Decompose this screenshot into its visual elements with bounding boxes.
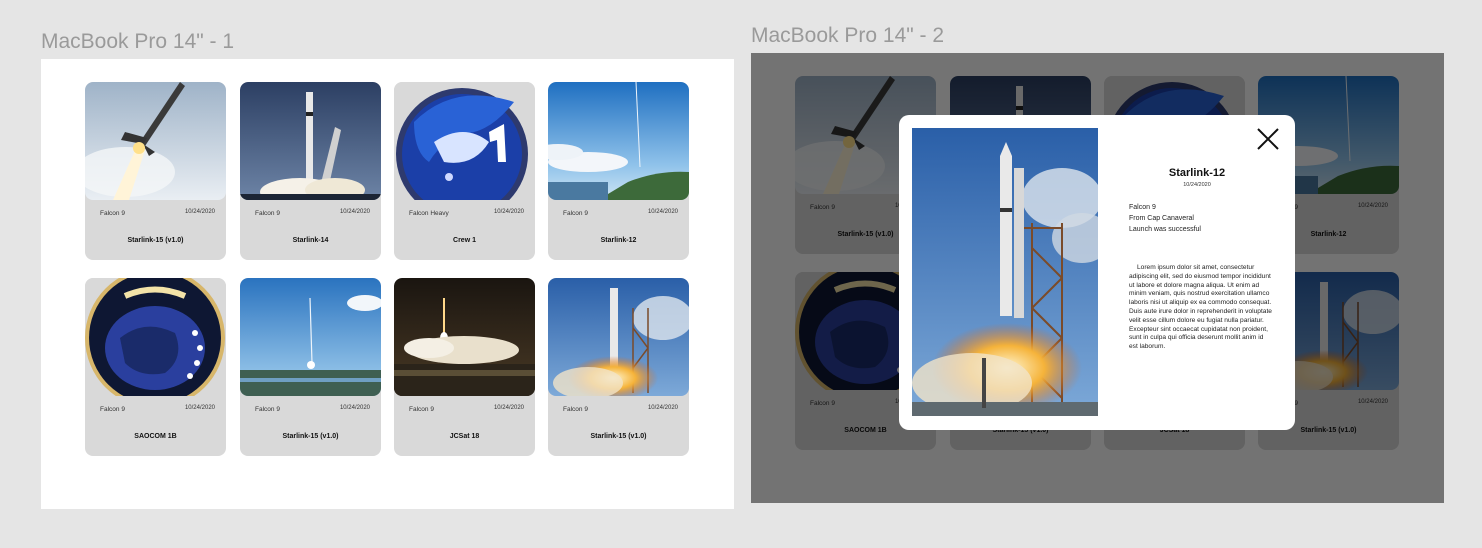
launch-thumbnail xyxy=(548,82,689,200)
close-button[interactable] xyxy=(1254,125,1282,153)
rocket-launch-photo-icon xyxy=(85,82,226,200)
rocket-launch-photo-icon xyxy=(240,82,381,200)
card-date: 10/24/2020 xyxy=(339,405,370,411)
frame-title-2: MacBook Pro 14" - 2 xyxy=(751,24,945,47)
launch-card[interactable]: Falcon Heavy 10/24/2020 Crew 1 xyxy=(394,82,535,260)
mission-patch-image-icon xyxy=(85,278,226,396)
launch-thumbnail xyxy=(548,278,689,396)
card-rocket: Falcon 9 xyxy=(100,210,125,217)
launch-thumbnail xyxy=(240,82,381,200)
card-date: 10/24/2020 xyxy=(339,209,370,215)
card-rocket: Falcon 9 xyxy=(100,406,125,413)
card-mission-name: JCSat 18 xyxy=(449,433,480,440)
modal-result: Launch was successful xyxy=(1129,226,1201,233)
card-date: 10/24/2020 xyxy=(184,209,215,215)
card-rocket: Falcon Heavy xyxy=(409,210,449,217)
card-mission-name: Starlink-14 xyxy=(292,237,329,244)
card-rocket: Falcon 9 xyxy=(409,406,434,413)
launch-card[interactable]: Falcon 9 10/24/2020 SAOCOM 1B xyxy=(85,278,226,456)
launch-card[interactable]: Falcon 9 10/24/2020 JCSat 18 xyxy=(394,278,535,456)
coastline-launch-photo-icon xyxy=(548,82,689,200)
launch-thumbnail xyxy=(85,278,226,396)
card-mission-name: Starlink-12 xyxy=(600,237,637,244)
launchpad-photo-icon xyxy=(548,278,689,396)
launch-card[interactable]: Falcon 9 10/24/2020 Starlink-15 (v1.0) xyxy=(240,278,381,456)
launch-detail-modal: Starlink-12 10/24/2020 Falcon 9 From Cap… xyxy=(899,115,1295,430)
launch-thumbnail xyxy=(394,82,535,200)
modal-title: Starlink-12 xyxy=(1168,167,1226,179)
modal-launch-site: From Cap Canaveral xyxy=(1129,215,1194,222)
frame-macbook-2: Falcon 910/24/2020Starlink-15 (v1.0)Falc… xyxy=(751,53,1444,503)
card-date: 10/24/2020 xyxy=(184,405,215,411)
card-rocket: Falcon 9 xyxy=(563,406,588,413)
modal-date: 10/24/2020 xyxy=(1183,182,1211,188)
card-rocket: Falcon 9 xyxy=(255,406,280,413)
card-mission-name: Starlink-15 (v1.0) xyxy=(282,433,339,440)
card-mission-name: Starlink-15 (v1.0) xyxy=(127,237,184,244)
launch-card[interactable]: Falcon 9 10/24/2020 Starlink-15 (v1.0) xyxy=(548,278,689,456)
launch-thumbnail xyxy=(240,278,381,396)
night-launch-photo-icon xyxy=(394,278,535,396)
card-rocket: Falcon 9 xyxy=(563,210,588,217)
card-rocket: Falcon 9 xyxy=(255,210,280,217)
card-mission-name: Crew 1 xyxy=(453,237,476,244)
launch-card[interactable]: Falcon 9 10/24/2020 Starlink-14 xyxy=(240,82,381,260)
launchpad-photo-icon xyxy=(912,128,1098,416)
card-date: 10/24/2020 xyxy=(493,209,524,215)
card-mission-name: SAOCOM 1B xyxy=(134,433,177,440)
modal-description: Lorem ipsum dolor sit amet, consectetur … xyxy=(1129,264,1272,351)
launch-card[interactable]: Falcon 9 10/24/2020 Starlink-12 xyxy=(548,82,689,260)
launch-photo xyxy=(912,128,1098,416)
launch-thumbnail xyxy=(85,82,226,200)
mission-patch-image-icon xyxy=(394,82,535,200)
modal-rocket: Falcon 9 xyxy=(1129,204,1156,211)
card-mission-name: Starlink-15 (v1.0) xyxy=(590,433,647,440)
launch-thumbnail xyxy=(394,278,535,396)
launch-card[interactable]: Falcon 9 10/24/2020 Starlink-15 (v1.0) xyxy=(85,82,226,260)
frame-macbook-1: Falcon 9 10/24/2020 Starlink-15 (v1.0) Falc… xyxy=(41,59,734,509)
frame-title-1: MacBook Pro 14" - 1 xyxy=(41,30,235,53)
launch-trail-photo-icon xyxy=(240,278,381,396)
close-icon xyxy=(1257,128,1279,150)
card-date: 10/24/2020 xyxy=(493,405,524,411)
launch-grid: Falcon 910/24/2020Starlink-15 (v1.0)Falc… xyxy=(85,82,691,457)
card-date: 10/24/2020 xyxy=(647,405,678,411)
card-date: 10/24/2020 xyxy=(647,209,678,215)
